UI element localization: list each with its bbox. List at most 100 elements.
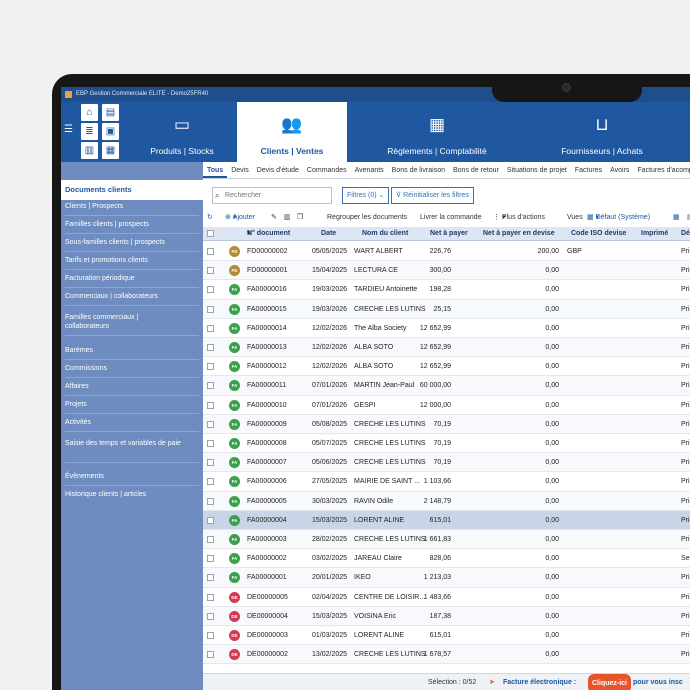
row-checkbox[interactable] (207, 248, 214, 255)
row-checkbox[interactable] (207, 382, 214, 390)
column-header-document[interactable]: N° document ▾ (247, 227, 290, 241)
sidebar-item[interactable]: Commissions (61, 364, 203, 373)
row-checkbox[interactable] (207, 344, 214, 351)
tab-devis-etude[interactable]: Devis d'étude (253, 162, 303, 178)
cash-register-icon[interactable]: ▦ (102, 142, 119, 159)
sidebar-item[interactable]: Clients | Prospects (61, 202, 203, 211)
sidebar-item[interactable]: Facturation périodique (61, 274, 203, 283)
column-header-net-devise[interactable]: Net à payer en devise (483, 227, 555, 241)
search-input[interactable]: ⌕ Rechercher (212, 187, 332, 204)
column-header-extra[interactable]: Dé (681, 227, 690, 241)
sidebar-item[interactable]: Projets (61, 400, 203, 409)
table-row[interactable]: FA FA00000006 27/05/2025 MAIRIE DE SAINT ..… (203, 472, 690, 492)
row-checkbox[interactable] (207, 593, 214, 601)
row-checkbox[interactable] (207, 286, 214, 294)
table-row[interactable]: FA FA00000010 07/01/2026 GESPI 12 000,00 0,00… (203, 396, 690, 415)
window-icon[interactable]: ▣ (102, 123, 119, 140)
tab-commandes[interactable]: Commandes (303, 162, 351, 178)
row-checkbox[interactable] (207, 612, 214, 620)
row-checkbox[interactable] (207, 401, 214, 409)
more-actions-button[interactable]: ⋮ Plus d'actions ▾ (493, 210, 545, 226)
copy-icon[interactable]: ❐ (297, 210, 303, 226)
sidebar-item[interactable]: Barèmes (61, 346, 203, 355)
row-checkbox[interactable] (207, 632, 214, 639)
table-row[interactable]: DE DE00000005 02/04/2025 CENTRE DE LOISIR..… (203, 588, 690, 607)
sidebar-item-documents-clients[interactable]: Documents clients (61, 180, 203, 200)
ribbon-tab-products[interactable]: ▭ Produits | Stocks (127, 102, 237, 162)
list-icon[interactable]: ≣ (81, 123, 98, 140)
row-checkbox[interactable] (207, 267, 214, 275)
sidebar-item[interactable]: Sous-familles clients | prospects (61, 238, 203, 247)
ribbon-tab-payments[interactable]: ▦ Règlements | Comptabilité (347, 102, 527, 162)
table-row[interactable]: FA FA00000008 05/07/2025 CRECHE LES LUTINS 7… (203, 434, 690, 454)
table-row[interactable]: DE DE00000002 13/02/2025 CRECHE LES LUTINS 1… (203, 645, 690, 665)
delete-icon[interactable]: ▥ (284, 210, 291, 226)
ribbon-tab-clients[interactable]: 👥 Clients | Ventes (237, 102, 347, 162)
print-icon[interactable]: ▤ (102, 104, 119, 121)
row-checkbox[interactable] (207, 440, 214, 447)
table-row[interactable]: DE DE00000003 01/03/2025 LORENT ALINE 615,01… (203, 626, 690, 646)
row-checkbox[interactable] (207, 324, 214, 332)
sidebar-item[interactable]: Familles commerciaux | collaborateurs (61, 313, 161, 331)
row-checkbox[interactable] (207, 478, 214, 486)
table-row[interactable]: FA FA00000015 19/03/2026 CRECHE LES LUTINS 2… (203, 299, 690, 319)
tab-bons-livraison[interactable]: Bons de livraison (388, 162, 449, 178)
sidebar-item[interactable]: Saisie des temps et variables de paie (61, 439, 186, 448)
row-checkbox[interactable] (207, 305, 214, 313)
sidebar-item[interactable]: Historique clients | articles (61, 490, 203, 499)
tab-situations-projet[interactable]: Situations de projet (503, 162, 571, 178)
table-row[interactable]: FA FA00000011 07/01/2026 MARTIN Jean-Paul 60… (203, 376, 690, 396)
sidebar-item[interactable]: Affaires (61, 382, 203, 391)
column-header-iso[interactable]: Code ISO devise (571, 227, 626, 241)
sidebar-item[interactable]: Tarifs et promotions clients (61, 256, 203, 265)
table-row[interactable]: FD FD00000001 15/04/2025 LECTURA CE 300,00 0,… (203, 261, 690, 281)
column-header-date[interactable]: Date (321, 227, 336, 241)
add-button[interactable]: ⊕ Ajouter ▾ (225, 210, 255, 226)
row-checkbox[interactable] (207, 555, 214, 563)
tab-factures[interactable]: Factures (571, 162, 606, 178)
table-row[interactable]: FA FA00000016 19/03/2026 TARDIEU Antoinette… (203, 280, 690, 300)
edit-icon[interactable]: ✎ (271, 210, 277, 226)
row-checkbox[interactable] (207, 420, 214, 428)
grid-view-icon[interactable]: ▦ (673, 210, 680, 226)
row-checkbox[interactable] (207, 651, 214, 659)
table-row[interactable]: FA FA00000013 12/02/2026 ALBA SOTO 12 652,99… (203, 338, 690, 358)
row-checkbox[interactable] (207, 536, 214, 543)
table-row[interactable]: FA FA00000005 30/03/2025 RAVIN Odile 2 148,7… (203, 491, 690, 511)
row-checkbox[interactable] (207, 459, 214, 467)
tab-factures-acompte[interactable]: Factures d'acompte (633, 162, 690, 178)
table-row[interactable]: DE DE00000004 15/03/2025 VOISINA Eric 187,38… (203, 606, 690, 626)
column-header-net[interactable]: Net à payer (430, 227, 468, 241)
sidebar-item[interactable]: Activités (61, 418, 203, 427)
column-header-printed[interactable]: Imprimé (641, 227, 668, 241)
column-header-client[interactable]: Nom du client (362, 227, 408, 241)
tab-bons-retour[interactable]: Bons de retour (449, 162, 503, 178)
refresh-icon[interactable]: ↻ (207, 210, 213, 226)
table-row[interactable]: FA FA00000003 28/02/2025 CRECHE LES LUTINS 1… (203, 530, 690, 550)
table-row[interactable]: FA FA00000007 05/06/2025 CRECHE LES LUTINS 7… (203, 453, 690, 473)
deliver-order-button[interactable]: Livrer la commande (420, 210, 481, 226)
table-row[interactable]: FA FA00000001 20/01/2025 IKEO 1 213,03 0,00 Pr… (203, 568, 690, 588)
tab-tous[interactable]: Tous (203, 162, 228, 178)
table-row[interactable]: FA FA00000004 15/03/2025 LORENT ALINE 615,01… (203, 510, 690, 530)
table-row[interactable]: FA FA00000009 05/08/2025 CRECHE LES LUTINS 7… (203, 414, 690, 434)
ribbon-tab-suppliers[interactable]: ⊔ Fournisseurs | Achats (527, 102, 677, 162)
filters-dropdown[interactable]: Filtres (0) ⌄ (342, 187, 390, 204)
table-row[interactable]: FA FA00000014 12/02/2026 The Alba Society 12… (203, 319, 690, 338)
sidebar-item[interactable]: Évènements (61, 472, 203, 481)
row-checkbox[interactable] (207, 363, 214, 371)
view-selector[interactable]: ▦ Défaut (Système) ▾ (587, 210, 650, 226)
table-row[interactable]: FA FA00000002 03/02/2025 JAREAU Claire 828,0… (203, 549, 690, 569)
sidebar-item[interactable]: Commerciaux | collaborateurs (61, 292, 203, 301)
row-checkbox[interactable] (207, 497, 214, 505)
home-icon[interactable]: ⌂ (81, 104, 98, 121)
table-row[interactable]: FA FA00000012 12/02/2026 ALBA SOTO 12 652,99… (203, 357, 690, 377)
table-row[interactable]: FD FD00000002 05/05/2025 WART ALBERT 226,76 2… (203, 242, 690, 262)
group-documents-button[interactable]: Regrouper les documents (327, 210, 407, 226)
tab-devis[interactable]: Devis (227, 162, 253, 178)
reset-filters-button[interactable]: ⊽ Réinitialiser les filtres (391, 187, 474, 204)
menu-icon[interactable]: ☰ (64, 125, 74, 135)
row-checkbox[interactable] (207, 516, 214, 524)
tab-avoirs[interactable]: Avoirs (606, 162, 633, 178)
sidebar-item[interactable]: Familles clients | prospects (61, 220, 203, 229)
